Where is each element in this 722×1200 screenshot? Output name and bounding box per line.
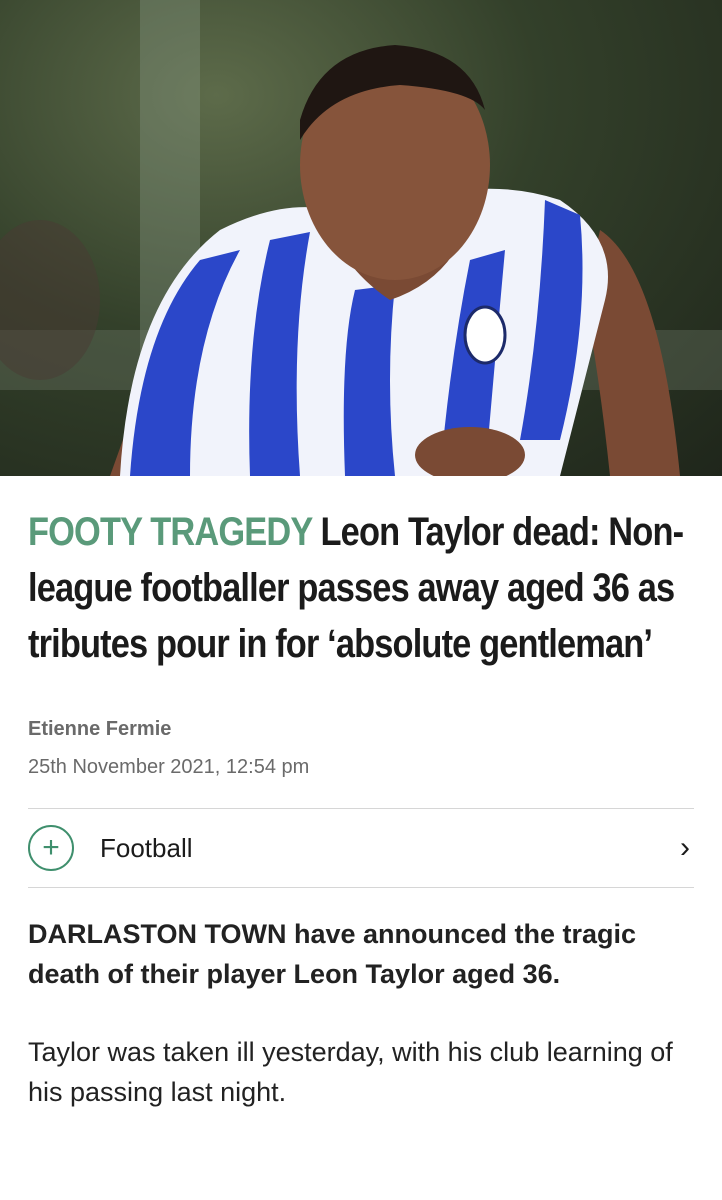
headline-kicker: FOOTY TRAGEDY: [28, 510, 313, 554]
article-lede: DARLASTON TOWN have announced the tragic…: [28, 919, 637, 989]
topic-follow-row[interactable]: + Football ›: [28, 808, 694, 888]
topic-label[interactable]: Football: [100, 833, 680, 864]
plus-icon[interactable]: +: [28, 825, 74, 871]
hero-photo: [0, 0, 722, 476]
chevron-right-icon[interactable]: ›: [680, 831, 690, 865]
author-name[interactable]: Etienne Fermie: [28, 714, 694, 744]
article-paragraph: Taylor was taken ill yesterday, with his…: [28, 1037, 673, 1107]
publish-date: 25th November 2021, 12:54 pm: [28, 756, 310, 778]
article-headline: FOOTY TRAGEDY Leon Taylor dead: Non-leag…: [28, 504, 690, 672]
hero-image: [0, 0, 722, 476]
